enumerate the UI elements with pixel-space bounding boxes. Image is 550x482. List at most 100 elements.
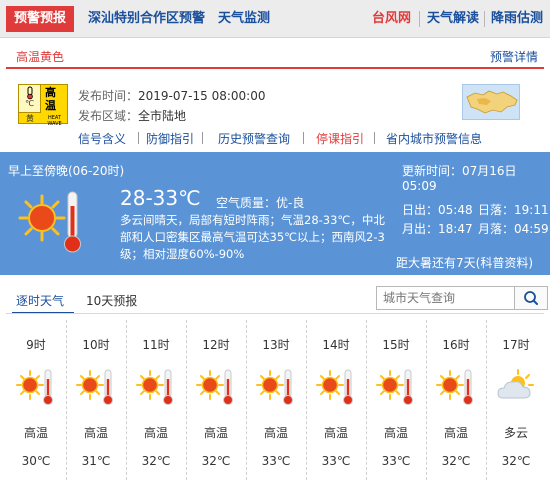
hourly-condition: 高温 bbox=[443, 426, 468, 440]
city-search-input[interactable] bbox=[377, 287, 514, 309]
heat-warning-icon: ℃ 高温 黄 HEAT WAVE bbox=[18, 84, 68, 127]
divider bbox=[138, 132, 139, 144]
hourly-hour: 14时 bbox=[322, 338, 350, 352]
divider bbox=[126, 320, 127, 480]
air-quality-row: 空气质量：优-良 bbox=[216, 194, 304, 211]
tab-shenshan-warning[interactable]: 深汕特别合作区预警 bbox=[88, 6, 205, 32]
sunrise-time: 05:48 bbox=[438, 203, 473, 217]
moonrise-label: 月出： bbox=[402, 222, 439, 236]
moonset-label: 月落： bbox=[478, 222, 515, 236]
moonrise-row: 月出：18:47 bbox=[402, 220, 473, 237]
divider bbox=[186, 320, 187, 480]
hourly-item: 12时 高温 32℃ bbox=[186, 320, 246, 480]
hourly-hour: 11时 bbox=[142, 338, 170, 352]
divider bbox=[202, 132, 203, 144]
moonset-row: 月落：04:59 bbox=[478, 220, 549, 237]
top-nav: 预警预报 深汕特别合作区预警 天气监测 台风网 天气解读 降雨估测 bbox=[0, 0, 550, 38]
divider bbox=[366, 320, 367, 480]
publish-time: 2019-07-15 08:00:00 bbox=[138, 89, 266, 103]
hourly-condition: 高温 bbox=[23, 426, 48, 440]
sunset-row: 日落：19:11 bbox=[478, 201, 549, 218]
warning-icon-text: 高温 bbox=[45, 86, 56, 112]
hourly-condition: 高温 bbox=[203, 426, 228, 440]
link-city-warnings[interactable]: 省内城市预警信息 bbox=[386, 130, 482, 147]
sunrise-row: 日出：05:48 bbox=[402, 201, 473, 218]
divider bbox=[484, 11, 485, 27]
city-search bbox=[376, 286, 548, 310]
hourly-condition: 高温 bbox=[383, 426, 408, 440]
link-defense-guide[interactable]: 防御指引 bbox=[146, 130, 194, 147]
sun-thermometer-icon bbox=[196, 366, 236, 406]
sunrise-label: 日出： bbox=[402, 203, 439, 217]
sunset-time: 19:11 bbox=[514, 203, 549, 217]
sun-thermometer-icon bbox=[436, 366, 476, 406]
tab-10day[interactable]: 10天预报 bbox=[86, 292, 137, 309]
publish-time-label: 发布时间： bbox=[78, 89, 139, 103]
partly-cloudy-icon bbox=[496, 366, 536, 406]
hourly-item: 15时 高温 33℃ bbox=[366, 320, 426, 480]
hourly-item: 10时高温 31℃ bbox=[66, 320, 126, 480]
temperature-range: 28-33℃ bbox=[120, 186, 201, 210]
hourly-item: 16时 高温 32℃ bbox=[426, 320, 486, 480]
search-button[interactable] bbox=[514, 287, 547, 309]
tab-warning-forecast[interactable]: 预警预报 bbox=[6, 6, 74, 32]
tab-hourly[interactable]: 逐时天气 bbox=[16, 292, 64, 309]
divider bbox=[306, 320, 307, 480]
link-class-suspend[interactable]: 停课指引 bbox=[316, 130, 364, 147]
weather-panel: 早上至傍晚(06-20时) 更新时间：07月16日 05:09 28-33℃ 空… bbox=[0, 152, 550, 275]
hourly-temperature: 31℃ bbox=[81, 454, 111, 468]
divider bbox=[303, 132, 304, 144]
warning-header: 高温黄色 预警详情 bbox=[6, 45, 544, 69]
moonset-time: 04:59 bbox=[514, 222, 549, 236]
divider bbox=[374, 132, 375, 144]
solar-term-link[interactable]: 距大暑还有7天(科普资料) bbox=[396, 254, 533, 271]
tab-weather-interpret[interactable]: 天气解读 bbox=[427, 6, 479, 32]
publish-area-row: 发布区域：全市陆地 bbox=[78, 107, 186, 124]
update-time-row: 更新时间：07月16日 05:09 bbox=[402, 162, 550, 193]
hourly-item: 13时高温 33℃ bbox=[246, 320, 306, 480]
hourly-condition: 高温 bbox=[263, 426, 288, 440]
divider bbox=[66, 320, 67, 480]
sun-thermometer-icon bbox=[136, 366, 176, 406]
divider bbox=[486, 320, 487, 480]
hourly-hour: 13时 bbox=[262, 338, 290, 352]
hourly-hour: 10时 bbox=[82, 338, 110, 352]
hourly-temperature: 30℃ bbox=[21, 454, 51, 468]
divider bbox=[246, 320, 247, 480]
tab-rain-estimate[interactable]: 降雨估测 bbox=[491, 6, 543, 32]
map-thumbnail[interactable] bbox=[462, 84, 520, 120]
sun-thermometer-icon bbox=[76, 366, 116, 406]
divider bbox=[6, 313, 544, 314]
weather-description: 多云间晴天，局部有短时阵雨；气温28-33℃，中北部和人口密集区最高气温可达35… bbox=[120, 213, 385, 261]
hourly-condition: 高温 bbox=[83, 426, 108, 440]
tab-weather-monitor[interactable]: 天气监测 bbox=[218, 6, 270, 32]
sun-thermometer-icon bbox=[376, 366, 416, 406]
hourly-item: 11时 高温 32℃ bbox=[126, 320, 186, 480]
moonrise-time: 18:47 bbox=[438, 222, 473, 236]
unit-label: ℃ bbox=[25, 99, 34, 108]
hourly-condition: 多云 bbox=[503, 426, 528, 440]
thermometer-icon: ℃ bbox=[19, 85, 41, 113]
link-signal-meaning[interactable]: 信号含义 bbox=[78, 130, 126, 147]
hourly-temperature: 33℃ bbox=[321, 454, 351, 468]
tab-typhoon[interactable]: 台风网 bbox=[372, 6, 411, 32]
hourly-temperature: 33℃ bbox=[381, 454, 411, 468]
divider bbox=[426, 320, 427, 480]
hourly-item: 17时多云 32℃ bbox=[486, 320, 546, 480]
air-quality-label: 空气质量： bbox=[216, 196, 277, 210]
hourly-temperature: 32℃ bbox=[201, 454, 231, 468]
update-time-label: 更新时间： bbox=[402, 164, 463, 178]
hourly-temperature: 33℃ bbox=[261, 454, 291, 468]
hourly-temperature: 32℃ bbox=[141, 454, 171, 468]
forecast-period: 早上至傍晚(06-20时) bbox=[8, 164, 125, 178]
publish-area-label: 发布区域： bbox=[78, 109, 139, 123]
hourly-hour: 9时 bbox=[26, 338, 46, 352]
warning-detail-link[interactable]: 预警详情 bbox=[490, 48, 538, 65]
hourly-temperature: 32℃ bbox=[501, 454, 531, 468]
sun-thermometer-icon bbox=[256, 366, 296, 406]
warning-title: 高温黄色 bbox=[16, 50, 65, 64]
link-history-query[interactable]: 历史预警查询 bbox=[218, 130, 290, 147]
hourly-condition: 高温 bbox=[323, 426, 348, 440]
hourly-hour: 17时 bbox=[502, 338, 530, 352]
sun-thermometer-icon bbox=[316, 366, 356, 406]
